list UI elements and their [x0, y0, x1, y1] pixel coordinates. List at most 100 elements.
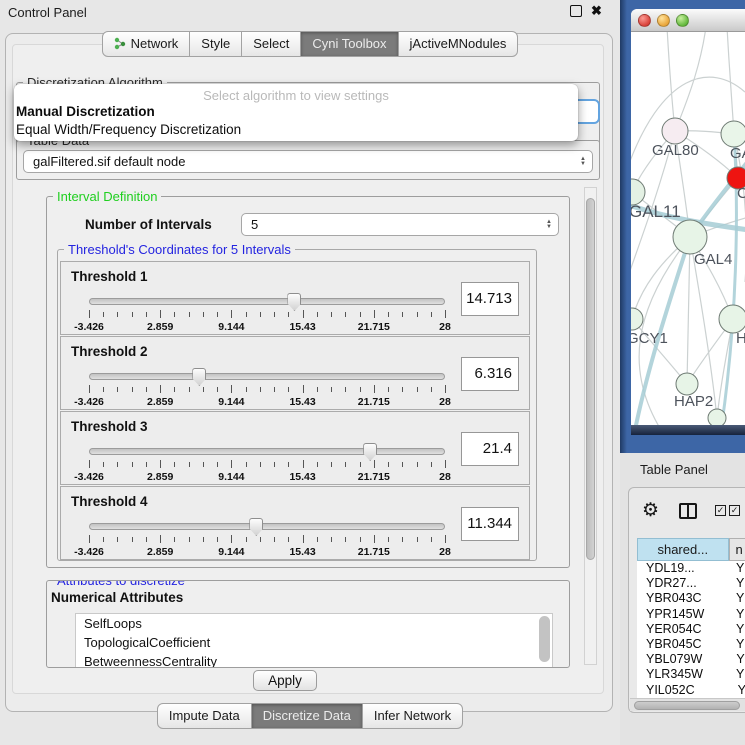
- algorithm-option[interactable]: Equal Width/Frequency Discretization: [16, 122, 241, 137]
- table-column-header[interactable]: shared...: [637, 538, 729, 561]
- slider-track: [89, 448, 445, 455]
- network-canvas[interactable]: GAL80GACGAL11GAL4GCY1HHAP2: [631, 32, 745, 425]
- mac-close-icon[interactable]: [638, 14, 651, 27]
- threshold-slider[interactable]: -3.4262.8599.14415.4321.71528: [89, 523, 445, 557]
- table-data-group: Table Data galFiltered.sif default node …: [16, 140, 600, 180]
- network-node[interactable]: [631, 308, 643, 330]
- table-hscrollbar-thumb[interactable]: [634, 701, 740, 710]
- table-row[interactable]: YPR145WYPR1: [637, 607, 745, 622]
- table-data-combobox-value: galFiltered.sif default node: [33, 154, 185, 169]
- network-window-titlebar: [631, 9, 745, 32]
- table-row[interactable]: YDR27...YDR2: [637, 576, 745, 591]
- table-row[interactable]: YER054CYER0: [637, 622, 745, 637]
- algorithm-option[interactable]: Manual Discretization: [16, 104, 155, 119]
- network-node[interactable]: [719, 305, 745, 333]
- slider-handle[interactable]: [363, 443, 377, 461]
- table-panel-header: Table Panel: [620, 453, 745, 487]
- threshold-value-field[interactable]: 11.344: [461, 507, 519, 541]
- tab-impute-data[interactable]: Impute Data: [157, 703, 252, 729]
- table-hscrollbar[interactable]: [630, 698, 745, 711]
- table-cell: YBL0: [727, 652, 745, 667]
- threshold-slider[interactable]: -3.4262.8599.14415.4321.71528: [89, 373, 445, 407]
- settings-scrollbar-thumb[interactable]: [586, 198, 595, 560]
- table-row[interactable]: YBR045CYBR0: [637, 637, 745, 652]
- tab-cyni-toolbox[interactable]: Cyni Toolbox: [300, 31, 398, 57]
- algorithm-dropdown-popup: Select algorithm to view settings Manual…: [14, 84, 578, 141]
- table-cell: YIL0: [729, 683, 745, 698]
- table-data-combobox[interactable]: galFiltered.sif default node ▲▼: [23, 150, 593, 173]
- threshold-slider[interactable]: -3.4262.8599.14415.4321.71528: [89, 298, 445, 332]
- columns-icon[interactable]: [679, 503, 697, 519]
- table-column-header[interactable]: n: [729, 538, 745, 561]
- num-intervals-combobox[interactable]: 5 ▲▼: [241, 213, 559, 236]
- network-node-label: GCY1: [631, 330, 668, 347]
- network-edge[interactable]: [667, 32, 675, 131]
- network-node[interactable]: [676, 373, 698, 395]
- attributes-group: Attributes to discretize Numerical Attri…: [46, 580, 570, 668]
- table-cell: YDL19...: [637, 561, 727, 576]
- threshold-value-field[interactable]: 21.4: [461, 432, 519, 466]
- gear-icon[interactable]: ⚙: [642, 499, 659, 522]
- threshold-label: Threshold 4: [71, 494, 148, 509]
- table-row[interactable]: YBR043CYBR0: [637, 591, 745, 606]
- network-edge[interactable]: [687, 237, 690, 384]
- network-node[interactable]: [708, 409, 726, 425]
- slider-handle[interactable]: [287, 293, 301, 311]
- tab-label: jActiveMNodules: [410, 36, 507, 51]
- numerical-attributes-list[interactable]: SelfLoopsTopologicalCoefficientBetweenne…: [75, 613, 553, 668]
- threshold-slider[interactable]: -3.4262.8599.14415.4321.71528: [89, 448, 445, 482]
- num-intervals-label: Number of Intervals: [85, 217, 212, 232]
- network-node[interactable]: [673, 220, 707, 254]
- checkbox-select-all-icon[interactable]: ✓: [715, 505, 726, 516]
- network-node-label: GAL11: [631, 202, 681, 221]
- apply-button[interactable]: Apply: [253, 670, 317, 691]
- threshold-panel: Threshold 1-3.4262.8599.14415.4321.71528…: [60, 261, 530, 335]
- tab-label: Impute Data: [169, 708, 240, 723]
- tab-label: Select: [253, 36, 289, 51]
- settings-scrollbar[interactable]: [584, 187, 597, 665]
- slider-ticks: [89, 460, 445, 469]
- threshold-panel: Threshold 3-3.4262.8599.14415.4321.71528…: [60, 411, 530, 485]
- checkbox-select-none-icon[interactable]: ✓: [729, 505, 740, 516]
- mac-minimize-icon[interactable]: [657, 14, 670, 27]
- tab-network[interactable]: Network: [102, 31, 191, 57]
- num-intervals-value: 5: [251, 217, 258, 232]
- tab-select[interactable]: Select: [241, 31, 301, 57]
- network-node[interactable]: [662, 118, 688, 144]
- tab-style[interactable]: Style: [189, 31, 242, 57]
- threshold-value-field[interactable]: 14.713: [461, 282, 519, 316]
- mac-zoom-icon[interactable]: [676, 14, 689, 27]
- tab-infer-network[interactable]: Infer Network: [362, 703, 463, 729]
- float-window-icon[interactable]: [570, 5, 582, 17]
- tab-jactivemnodules[interactable]: jActiveMNodules: [398, 31, 519, 57]
- table-row[interactable]: YBL079WYBL0: [637, 652, 745, 667]
- slider-ticks: [89, 535, 445, 544]
- table-rows: YDL19...YDL1YDR27...YDR2YBR043CYBR0YPR14…: [637, 561, 745, 698]
- table-panel-window: ⚙ ✓ ✓ shared...n YDL19...YDL1YDR27...YDR…: [628, 487, 745, 713]
- tab-discretize-data[interactable]: Discretize Data: [251, 703, 363, 729]
- table-row[interactable]: YIL052CYIL0: [637, 683, 745, 698]
- attribute-list-item[interactable]: SelfLoops: [76, 614, 552, 633]
- table-row[interactable]: YLR345WYLR3: [637, 667, 745, 682]
- stepper-icon: ▲▼: [546, 220, 552, 230]
- slider-tick-labels: -3.4262.8599.14415.4321.71528: [89, 321, 445, 333]
- table-cell: YBR045C: [637, 637, 727, 652]
- slider-tick-labels: -3.4262.8599.14415.4321.71528: [89, 546, 445, 558]
- close-icon[interactable]: ✖: [591, 3, 602, 19]
- table-cell: YLR3: [727, 667, 745, 682]
- right-region: GAL80GACGAL11GAL4GCY1HHAP2 Table Panel ⚙…: [620, 0, 745, 745]
- attribute-list-item[interactable]: BetweennessCentrality: [76, 652, 552, 668]
- tab-label: Network: [131, 36, 179, 51]
- attribute-list-item[interactable]: TopologicalCoefficient: [76, 633, 552, 652]
- threshold-value-field[interactable]: 6.316: [461, 357, 519, 391]
- threshold-list: Threshold 1-3.4262.8599.14415.4321.71528…: [60, 260, 530, 560]
- network-node[interactable]: [721, 121, 745, 147]
- network-window[interactable]: GAL80GACGAL11GAL4GCY1HHAP2: [620, 0, 745, 453]
- slider-handle[interactable]: [249, 518, 263, 536]
- table-row[interactable]: YDL19...YDL1: [637, 561, 745, 576]
- slider-track: [89, 298, 445, 305]
- thresholds-group-title: Threshold's Coordinates for 5 Intervals: [64, 242, 295, 257]
- cyni-mode-tabs: Impute Data Discretize DataInfer Network: [0, 703, 620, 729]
- slider-handle[interactable]: [192, 368, 206, 386]
- attributes-scrollbar[interactable]: [539, 616, 550, 662]
